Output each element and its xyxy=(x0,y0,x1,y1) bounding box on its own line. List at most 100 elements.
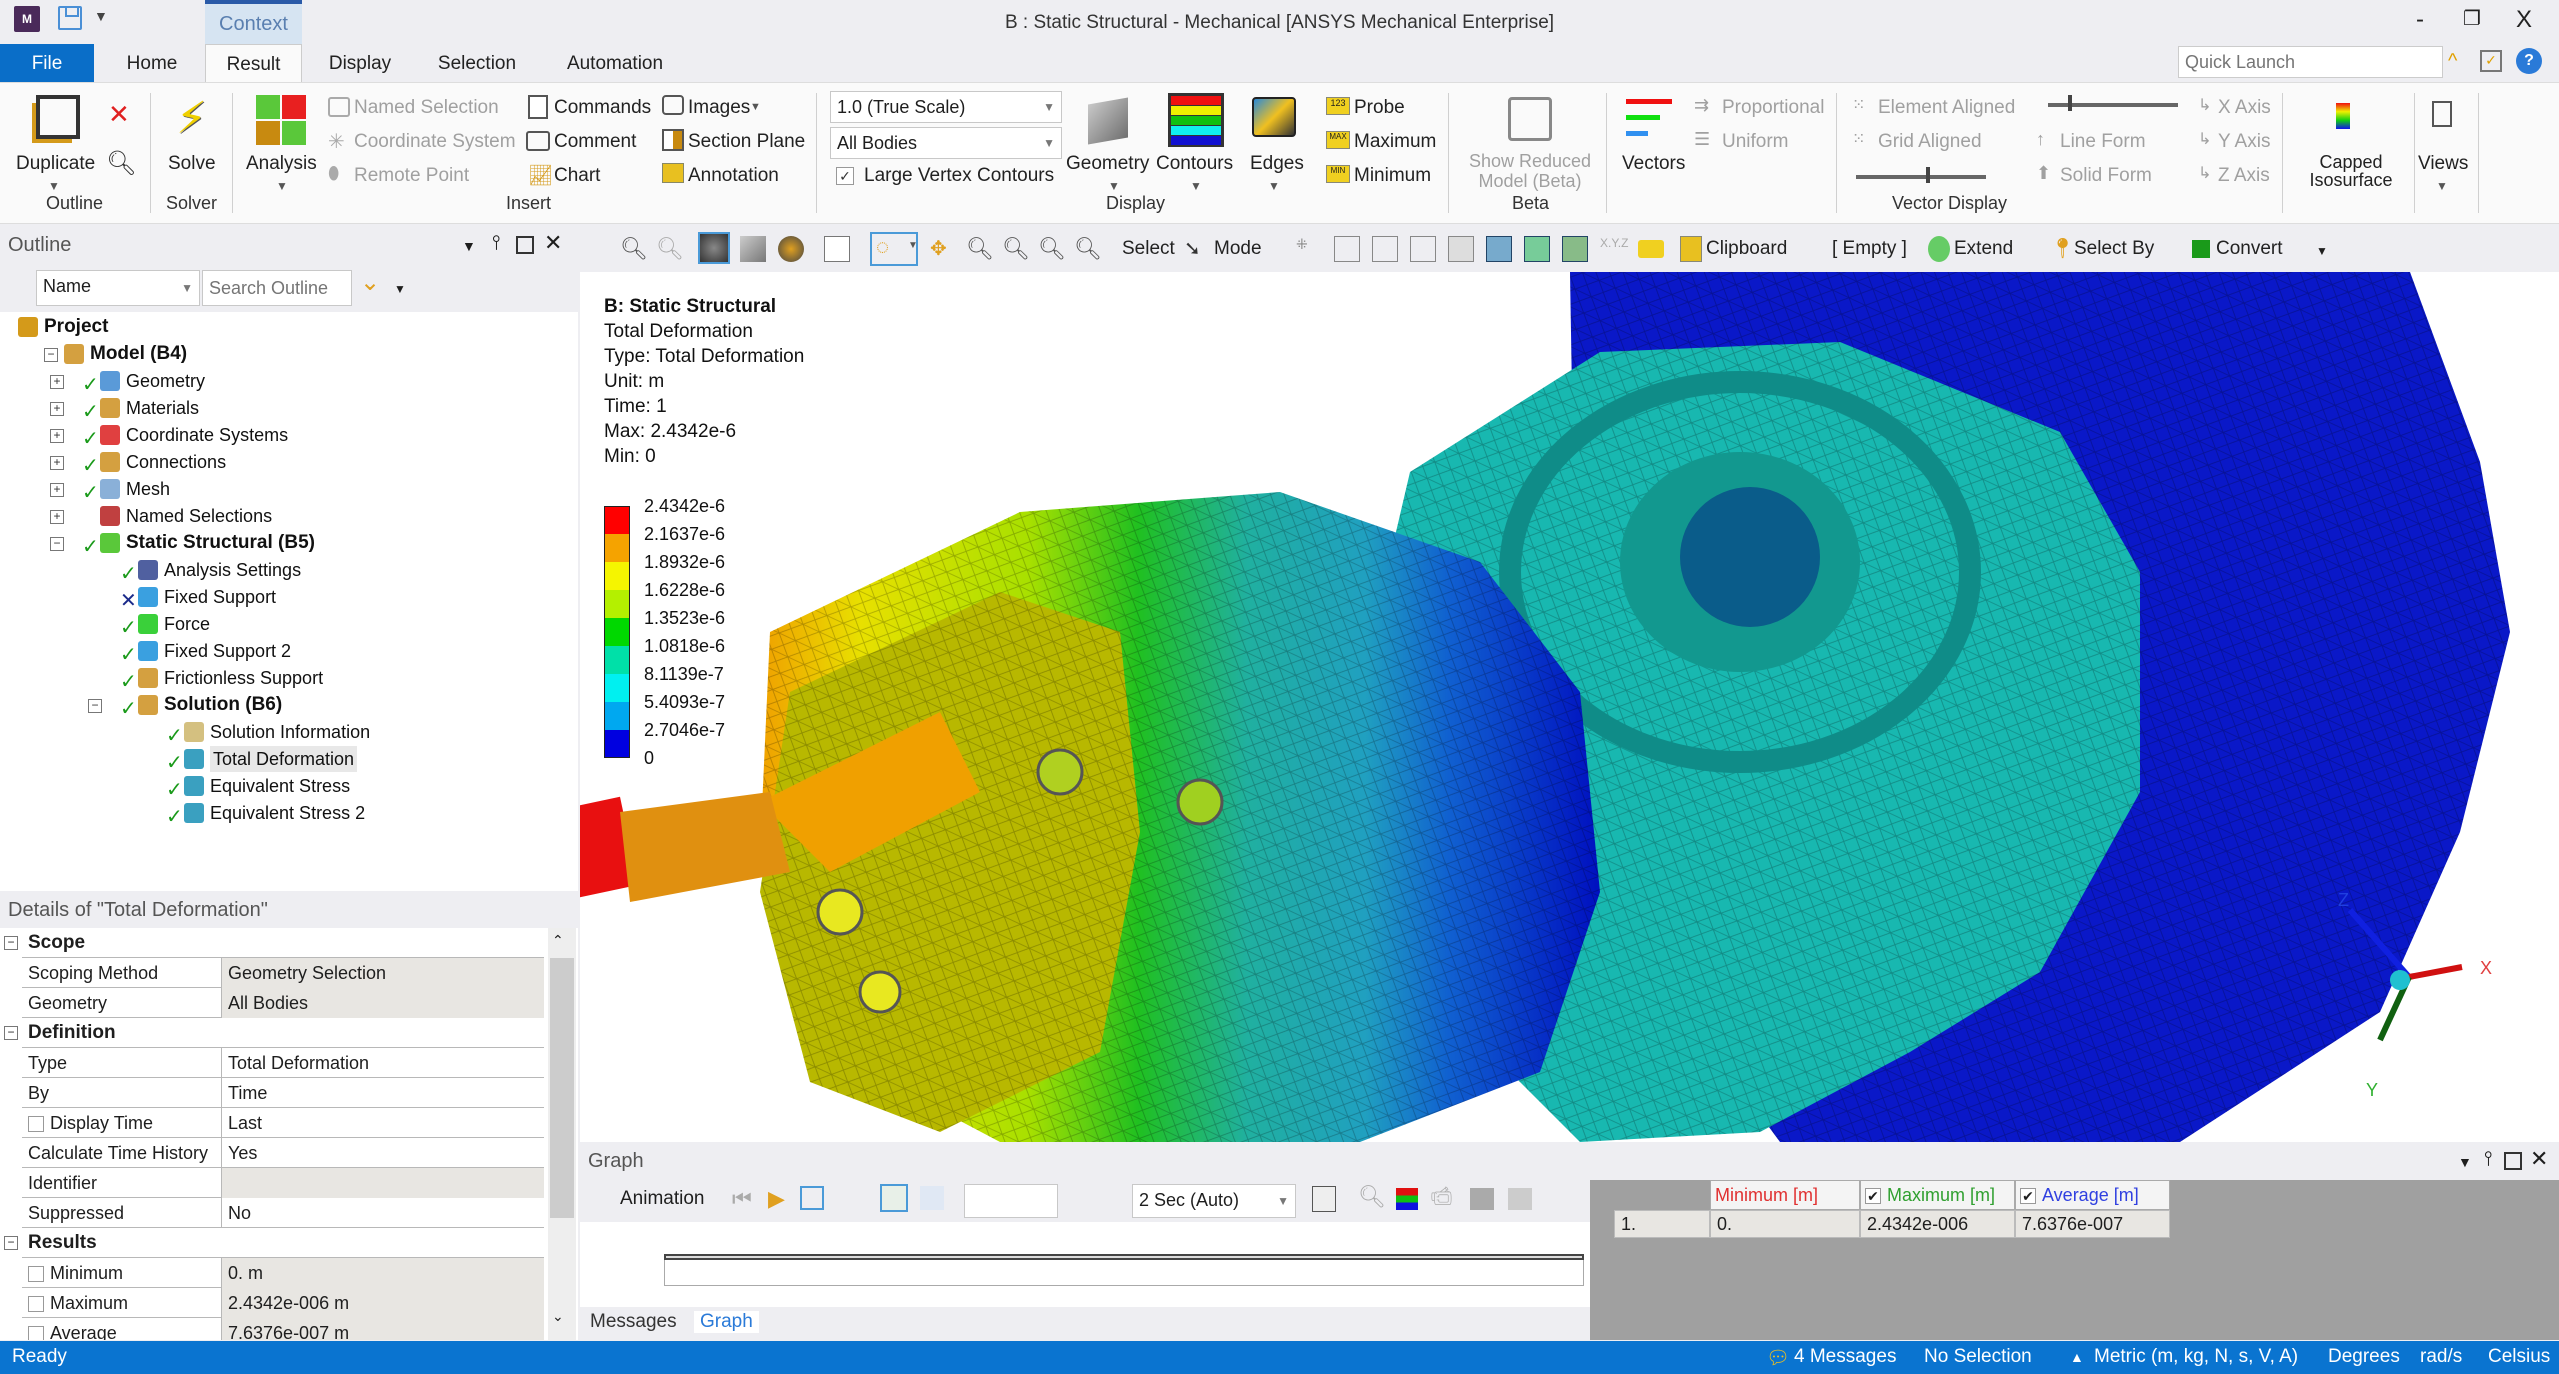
details-value[interactable]: All Bodies xyxy=(222,988,544,1018)
grid-aligned-button[interactable]: Grid Aligned xyxy=(1878,131,1982,153)
pin-icon[interactable]: ⫯ xyxy=(492,232,501,255)
close-icon[interactable]: ✕ xyxy=(2530,1146,2548,1172)
close-button[interactable]: X xyxy=(2504,6,2544,34)
edges-dropdown-icon[interactable]: ▼ xyxy=(1268,179,1280,193)
tree-item[interactable]: Model (B4) xyxy=(90,341,187,367)
find-icon[interactable]: 🔍︎ xyxy=(106,149,136,178)
graph-plot-area[interactable] xyxy=(580,1222,1590,1310)
details-row[interactable]: Identifier xyxy=(22,1168,544,1198)
proportional-button[interactable]: Proportional xyxy=(1722,97,1824,119)
column-checkbox[interactable]: ✔ xyxy=(1865,1188,1881,1205)
magnifier-icon[interactable]: 🔍︎ xyxy=(1074,236,1102,262)
tree-item[interactable]: Solution Information xyxy=(210,719,370,745)
play-icon[interactable]: ▶ xyxy=(768,1186,785,1212)
tree-item[interactable]: Project xyxy=(44,314,108,340)
geometry-button[interactable]: Geometry xyxy=(1066,153,1149,175)
details-row[interactable]: Minimum 0. m xyxy=(22,1258,544,1288)
details-value[interactable]: Last xyxy=(222,1108,544,1138)
details-row[interactable]: Maximum 2.4342e-006 m xyxy=(22,1288,544,1318)
filter-type-dropdown[interactable]: Name ▼ xyxy=(36,270,200,306)
show-frames-icon[interactable] xyxy=(1470,1188,1494,1210)
vectors-button[interactable]: Vectors xyxy=(1622,153,1685,175)
panel-menu-icon[interactable]: ▼ xyxy=(2458,1154,2472,1170)
expand-icon[interactable]: + xyxy=(50,375,64,389)
solid-form-button[interactable]: Solid Form xyxy=(2060,165,2152,187)
details-checkbox[interactable] xyxy=(28,1116,44,1133)
details-row[interactable]: By Time xyxy=(22,1078,544,1108)
zoom-previous-icon[interactable]: 🔍︎ xyxy=(620,236,648,262)
tree-item[interactable]: Total Deformation xyxy=(210,746,358,772)
maximize-icon[interactable] xyxy=(516,236,534,254)
select-vertex-icon[interactable] xyxy=(1334,236,1360,262)
details-value[interactable]: 2.4342e-006 m xyxy=(222,1288,544,1318)
tab-graph[interactable]: Graph xyxy=(694,1311,759,1333)
pin-icon[interactable]: ⫯ xyxy=(2484,1148,2493,1171)
column-header-minimum[interactable]: Minimum [m] xyxy=(1710,1180,1860,1210)
table-cell[interactable]: 0. xyxy=(1710,1210,1860,1238)
maximize-icon[interactable] xyxy=(2504,1152,2522,1170)
details-value[interactable]: 7.6376e-007 m xyxy=(222,1318,544,1340)
restore-button[interactable]: ❐ xyxy=(2452,6,2492,31)
tab-home[interactable]: Home xyxy=(110,44,194,82)
details-row[interactable]: Type Total Deformation xyxy=(22,1048,544,1078)
coordinate-system-button[interactable]: Coordinate System xyxy=(354,131,516,153)
tree-item[interactable]: Materials xyxy=(126,395,199,421)
table-cell[interactable]: 2.4342e-006 xyxy=(1860,1210,2015,1238)
details-checkbox[interactable] xyxy=(28,1296,44,1313)
save-icon[interactable] xyxy=(58,6,82,30)
details-section-header[interactable]: Definition xyxy=(22,1018,544,1048)
filter-overflow-icon[interactable]: ▼ xyxy=(394,282,406,296)
details-row[interactable]: Suppressed No xyxy=(22,1198,544,1228)
geometry-dropdown-icon[interactable]: ▼ xyxy=(1108,179,1120,193)
quick-launch-input[interactable] xyxy=(2178,46,2443,78)
column-header-average[interactable]: ✔ Average [m] xyxy=(2015,1180,2170,1210)
expand-icon[interactable]: + xyxy=(50,510,64,524)
camera-icon[interactable]: 📹︎ xyxy=(1430,1186,1453,1207)
details-value[interactable] xyxy=(222,1168,544,1198)
analysis-dropdown-icon[interactable]: ▼ xyxy=(276,179,288,193)
tree-item[interactable]: Equivalent Stress xyxy=(210,773,350,799)
duration-dropdown[interactable]: 2 Sec (Auto) ▼ xyxy=(1132,1184,1296,1218)
app-icon[interactable]: M xyxy=(14,6,40,32)
distributed-frames-icon[interactable] xyxy=(880,1184,908,1212)
details-section-header[interactable]: Scope xyxy=(22,928,544,958)
fea-model-render[interactable] xyxy=(580,272,2559,1142)
rotational-velocity-unit[interactable]: rad/s xyxy=(2420,1346,2462,1368)
search-options-icon[interactable]: ⌄ xyxy=(360,268,380,297)
clipboard-dropdown[interactable]: Clipboard xyxy=(1706,238,1787,260)
expand-icon[interactable]: + xyxy=(50,429,64,443)
bodies-dropdown[interactable]: All Bodies ▼ xyxy=(830,127,1062,159)
remote-point-button[interactable]: Remote Point xyxy=(354,165,469,187)
context-tab[interactable]: Context xyxy=(205,0,302,44)
y-axis-button[interactable]: Y Axis xyxy=(2218,131,2270,153)
tree-item[interactable]: Frictionless Support xyxy=(164,665,323,691)
tree-item[interactable]: Equivalent Stress 2 xyxy=(210,800,365,826)
table-cell[interactable]: 1. xyxy=(1614,1210,1710,1238)
table-cell[interactable]: 7.6376e-007 xyxy=(2015,1210,2170,1238)
search-outline-input[interactable] xyxy=(202,270,352,306)
named-selection-button[interactable]: Named Selection xyxy=(354,97,499,119)
views-dropdown-icon[interactable]: ▼ xyxy=(2436,179,2448,193)
details-scrollbar[interactable]: ⌃ ⌄ xyxy=(548,928,576,1340)
collapse-icon[interactable]: − xyxy=(88,699,102,713)
details-row[interactable]: Calculate Time History Yes xyxy=(22,1138,544,1168)
tree-item[interactable]: Coordinate Systems xyxy=(126,422,288,448)
select-mode-cursor-icon[interactable]: ➘ xyxy=(1184,236,1210,262)
select-element-face-icon[interactable] xyxy=(1524,236,1550,262)
annotation-button[interactable]: Annotation xyxy=(688,165,779,187)
analysis-button[interactable]: Analysis xyxy=(246,153,317,175)
expand-icon[interactable]: + xyxy=(50,402,64,416)
zoom-to-fit-graph-icon[interactable]: 🔍︎ xyxy=(1358,1184,1386,1210)
tab-result[interactable]: Result xyxy=(205,44,302,82)
shaded-exterior-icon[interactable] xyxy=(740,236,766,262)
panel-menu-icon[interactable]: ▼ xyxy=(462,238,476,254)
messages-icon[interactable]: 💬︎ xyxy=(1766,1346,1790,1370)
section-plane-button[interactable]: Section Plane xyxy=(688,131,805,153)
tree-item[interactable]: Force xyxy=(164,611,210,637)
unit-system[interactable]: Metric (m, kg, N, s, V, A) xyxy=(2094,1346,2298,1368)
details-section-header[interactable]: Results xyxy=(22,1228,544,1258)
details-row[interactable]: Average 7.6376e-007 m xyxy=(22,1318,544,1340)
previous-frame-icon[interactable]: ⏮ xyxy=(732,1186,752,1212)
column-header-maximum[interactable]: ✔ Maximum [m] xyxy=(1860,1180,2015,1210)
column-checkbox[interactable]: ✔ xyxy=(2020,1188,2036,1205)
